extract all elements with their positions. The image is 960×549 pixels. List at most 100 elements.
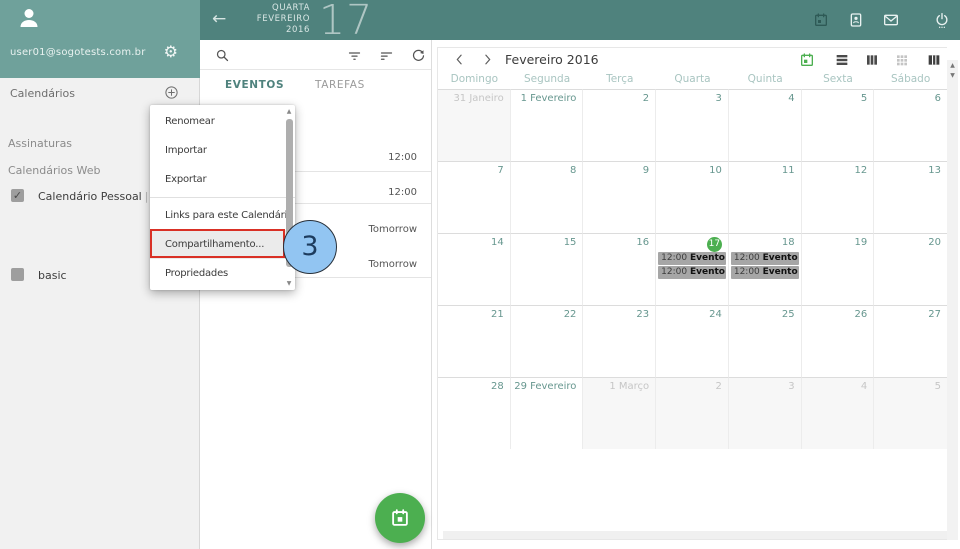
personal-calendar-checkbox[interactable]: ✓ (11, 189, 24, 202)
day-cell-22[interactable]: 22 (511, 305, 584, 377)
menu-item-importar[interactable]: Importar (150, 136, 295, 165)
day-view-icon[interactable] (834, 52, 850, 68)
day-cell-11[interactable]: 11 (729, 161, 802, 233)
event-list-item-time[interactable]: 12:00 (388, 152, 417, 166)
weekday-name-sexta: Sexta (802, 73, 875, 88)
day-cell-23[interactable]: 23 (583, 305, 656, 377)
month-view-icon[interactable] (894, 52, 910, 68)
event-chip-evento-1[interactable]: 12:00 Evento 1 (658, 252, 726, 265)
logout-power-icon[interactable] (934, 12, 950, 28)
event-list-item-time[interactable]: Tomorrow (368, 259, 417, 273)
search-bar[interactable] (200, 40, 431, 70)
tab-events[interactable]: EVENTOS (225, 79, 284, 91)
basic-calendar-checkbox[interactable] (11, 268, 24, 281)
day-cell-4[interactable]: 4 (802, 377, 875, 449)
scroll-up-icon[interactable]: ▲ (947, 62, 958, 69)
today-badge: 17 (707, 237, 722, 252)
new-event-fab-button[interactable] (375, 493, 425, 543)
event-chip-evento-2[interactable]: 12:00 Evento 2 (658, 266, 726, 279)
day-cell-8[interactable]: 8 (511, 161, 584, 233)
day-cell-16[interactable]: 16 (583, 233, 656, 305)
day-cell-25[interactable]: 25 (729, 305, 802, 377)
date-label: 13 (874, 162, 947, 180)
day-cell-5[interactable]: 5 (802, 89, 875, 161)
date-label: 17 (656, 234, 728, 252)
calendars-section-header: Calendários (10, 87, 75, 100)
day-cell-3[interactable]: 3 (729, 377, 802, 449)
event-list-item-time[interactable]: 12:00 (388, 187, 417, 201)
scroll-up-icon[interactable]: ▲ (285, 108, 293, 115)
day-cell-13[interactable]: 13 (874, 161, 947, 233)
day-cell-1-fevereiro[interactable]: 1 Fevereiro (511, 89, 584, 161)
date-label: 15 (511, 234, 583, 252)
date-label: 1 Fevereiro (511, 90, 583, 108)
menu-item-renomear[interactable]: Renomear (150, 107, 295, 136)
tab-tasks[interactable]: TAREFAS (315, 79, 365, 91)
event-title: Evento 1 (690, 253, 726, 263)
basic-calendar-label: basic (38, 269, 67, 282)
event-list-item-time[interactable]: Tomorrow (368, 224, 417, 238)
refresh-icon[interactable] (411, 48, 426, 63)
search-icon[interactable] (215, 48, 230, 63)
calendar-month-header: Fevereiro 2016 (438, 48, 947, 72)
day-cell-28[interactable]: 28 (438, 377, 511, 449)
date-label: 6 (874, 90, 947, 108)
date-label: 14 (438, 234, 510, 252)
calendar-module-icon[interactable] (813, 12, 829, 28)
day-cell-5[interactable]: 5 (874, 377, 947, 449)
day-cell-9[interactable]: 9 (583, 161, 656, 233)
back-arrow-icon[interactable]: ← (212, 9, 226, 29)
day-cell-26[interactable]: 26 (802, 305, 875, 377)
menu-item-compartilhamento[interactable]: Compartilhamento... (150, 230, 295, 259)
date-label: 4 (729, 90, 801, 108)
month-title: Fevereiro 2016 (505, 52, 599, 67)
menu-item-propriedades[interactable]: Propriedades (150, 259, 295, 288)
day-cell-19[interactable]: 19 (802, 233, 875, 305)
previous-month-chevron-icon[interactable] (453, 53, 466, 66)
day-cell-7[interactable]: 7 (438, 161, 511, 233)
day-cell-20[interactable]: 20 (874, 233, 947, 305)
next-month-chevron-icon[interactable] (481, 53, 494, 66)
week-view-icon[interactable] (864, 52, 880, 68)
day-cell-15[interactable]: 15 (511, 233, 584, 305)
day-cell-18[interactable]: 1812:00 Evento 412:00 Evento 3 (729, 233, 802, 305)
today-button-icon[interactable] (799, 52, 815, 68)
user-avatar-icon (17, 6, 41, 30)
day-cell-29-fevereiro[interactable]: 29 Fevereiro (511, 377, 584, 449)
calendar-month-card: Fevereiro 2016 DomingoSegundaTerçaQuarta… (437, 47, 947, 540)
multiweek-view-icon[interactable] (926, 52, 942, 68)
menu-item-exportar[interactable]: Exportar (150, 165, 295, 194)
scroll-down-icon[interactable]: ▼ (947, 72, 958, 79)
sort-icon[interactable] (379, 48, 394, 63)
day-cell-31-janeiro[interactable]: 31 Janeiro (438, 89, 511, 161)
event-chip-evento-3[interactable]: 12:00 Evento 3 (731, 266, 799, 279)
day-cell-2[interactable]: 2 (583, 89, 656, 161)
contacts-module-icon[interactable] (848, 12, 864, 28)
scroll-down-icon[interactable]: ▼ (285, 280, 293, 287)
menu-item-links-para-este-calend-rio[interactable]: Links para este Calendário (150, 201, 295, 230)
date-label: 7 (438, 162, 510, 180)
day-cell-1-mar-o[interactable]: 1 Março (583, 377, 656, 449)
day-cell-2[interactable]: 2 (656, 377, 729, 449)
mail-module-icon[interactable] (883, 12, 899, 28)
day-cell-21[interactable]: 21 (438, 305, 511, 377)
calendar-scrollbar[interactable]: ▲ ▼ (947, 60, 958, 540)
filter-icon[interactable] (347, 48, 362, 63)
add-calendar-button[interactable] (164, 85, 179, 100)
day-cell-17[interactable]: 1712:00 Evento 112:00 Evento 2 (656, 233, 729, 305)
day-cell-10[interactable]: 10 (656, 161, 729, 233)
event-time: 12:00 (661, 267, 690, 277)
event-chip-evento-4[interactable]: 12:00 Evento 4 (731, 252, 799, 265)
day-cell-6[interactable]: 6 (874, 89, 947, 161)
event-time: 12:00 (734, 253, 763, 263)
day-cell-27[interactable]: 27 (874, 305, 947, 377)
menu-divider (150, 197, 295, 198)
day-cell-4[interactable]: 4 (729, 89, 802, 161)
current-weekday: QUARTA (236, 3, 310, 14)
day-cell-3[interactable]: 3 (656, 89, 729, 161)
day-cell-12[interactable]: 12 (802, 161, 875, 233)
day-cell-14[interactable]: 14 (438, 233, 511, 305)
day-cell-24[interactable]: 24 (656, 305, 729, 377)
date-label: 20 (874, 234, 947, 252)
settings-gear-icon[interactable]: ⚙ (164, 42, 178, 61)
